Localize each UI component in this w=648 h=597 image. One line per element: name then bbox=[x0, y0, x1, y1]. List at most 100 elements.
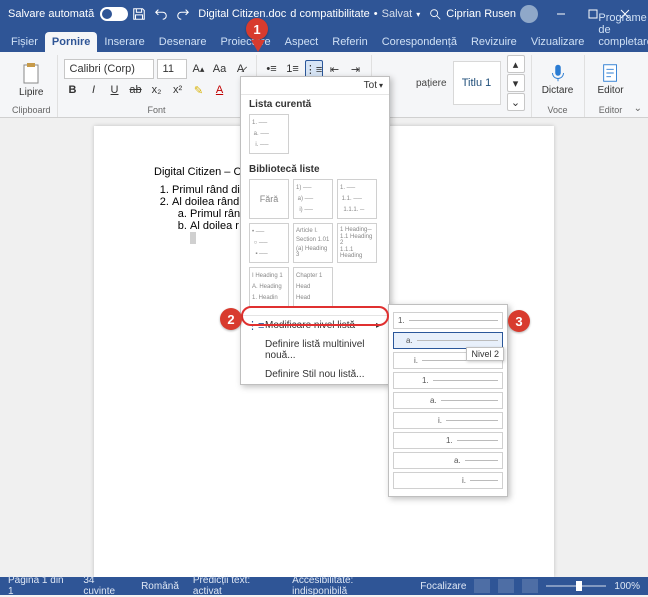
font-label: Font bbox=[148, 103, 166, 117]
level-option-8[interactable]: a. bbox=[393, 452, 503, 469]
font-name-combo[interactable]: Calibri (Corp) bbox=[64, 59, 154, 79]
group-editor: Editor Editor bbox=[585, 55, 637, 117]
zoom-slider[interactable] bbox=[546, 585, 606, 587]
compat-mode: d compatibilitate bbox=[290, 8, 370, 20]
list-thumb-none[interactable]: Fără bbox=[249, 179, 289, 219]
text-cursor bbox=[190, 232, 196, 244]
list-level-submenu: 1. a. Nivel 2 i. 1. a. i. 1. a. i. bbox=[388, 304, 508, 497]
callout-1: 1 bbox=[246, 18, 268, 40]
redo-icon[interactable] bbox=[175, 6, 191, 22]
chevron-right-icon: ▸ bbox=[376, 320, 381, 331]
styles-down-button[interactable]: ▾ bbox=[507, 74, 525, 92]
change-list-level-cmd[interactable]: ⋮≡ Modificare nivel listă ▸ bbox=[241, 316, 389, 335]
subscript-button[interactable]: x₂ bbox=[148, 81, 166, 99]
collapse-ribbon-button[interactable]: ⌄ bbox=[634, 103, 642, 114]
tab-draw[interactable]: Desenare bbox=[152, 32, 214, 52]
define-list-style-cmd[interactable]: Definire Stil nou listă... bbox=[241, 365, 389, 384]
undo-icon[interactable] bbox=[153, 6, 169, 22]
level-option-5[interactable]: a. bbox=[393, 392, 503, 409]
doc-title: Digital Citizen.doc d compatibilitate • … bbox=[194, 8, 424, 20]
change-case-button[interactable]: Aa bbox=[211, 60, 229, 78]
level-option-7[interactable]: 1. bbox=[393, 432, 503, 449]
list-thumb[interactable]: • ── ○ ── ▪ ── bbox=[249, 223, 289, 263]
underline-button[interactable]: U bbox=[106, 81, 124, 99]
list-thumb[interactable]: 1) ── a) ── i) ── bbox=[293, 179, 333, 219]
highlight-button[interactable]: ✎ bbox=[190, 81, 208, 99]
current-list-header: Lista curentă bbox=[241, 95, 389, 114]
list-thumb[interactable]: 1. ── 1.1. ── 1.1.1. ─ bbox=[337, 179, 377, 219]
style-title1[interactable]: Titlu 1 bbox=[453, 61, 501, 105]
tab-insert[interactable]: Inserare bbox=[97, 32, 151, 52]
styles-more-button[interactable]: ⌄ bbox=[507, 93, 525, 111]
define-multilevel-cmd[interactable]: Definire listă multinivel nouă... bbox=[241, 335, 389, 365]
tab-layout[interactable]: Aspect bbox=[278, 32, 326, 52]
all-filter[interactable]: Tot ▾ bbox=[364, 80, 383, 91]
print-layout-button[interactable] bbox=[498, 579, 514, 593]
font-color-button[interactable]: A bbox=[211, 81, 229, 99]
level-option-4[interactable]: 1. bbox=[393, 372, 503, 389]
focus-mode[interactable]: Focalizare bbox=[420, 581, 466, 592]
tab-mailings[interactable]: Corespondență bbox=[375, 32, 464, 52]
editor-button[interactable]: Editor bbox=[591, 62, 631, 96]
saved-state: Salvat bbox=[382, 8, 413, 20]
clipboard-label: Clipboard bbox=[12, 103, 51, 117]
group-styles-gap: pațiere Titlu 1 ▴ ▾ ⌄ bbox=[372, 55, 532, 117]
tab-addins[interactable]: Programe de completare bbox=[591, 8, 648, 52]
title-bar: Salvare automată Digital Citizen.doc d c… bbox=[0, 0, 648, 28]
tab-references[interactable]: Referin bbox=[325, 32, 374, 52]
spacing-label: pațiere bbox=[416, 78, 447, 89]
list-thumb[interactable]: 1 Heading─1.1 Heading 21.1.1 Heading bbox=[337, 223, 377, 263]
tab-view[interactable]: Vizualizare bbox=[524, 32, 592, 52]
list-level-icon: ⋮≡ bbox=[247, 319, 264, 332]
dictate-button[interactable]: Dictare bbox=[538, 62, 578, 96]
ribbon-tabs: Fișier Pornire Inserare Desenare Proiect… bbox=[0, 28, 648, 52]
toggle-switch[interactable] bbox=[100, 7, 128, 21]
status-bar: Pagina 1 din 1 34 cuvinte Română Predicț… bbox=[0, 577, 648, 595]
voice-label: Voce bbox=[548, 103, 568, 117]
paste-button[interactable]: Lipire bbox=[13, 61, 49, 98]
multilevel-list-dropdown: Tot ▾ Lista curentă 1. ── a. ── i. ── Bi… bbox=[240, 76, 390, 385]
user-account[interactable]: Ciprian Rusen bbox=[446, 5, 538, 23]
autosave-label: Salvare automată bbox=[8, 8, 94, 20]
zoom-level[interactable]: 100% bbox=[614, 581, 640, 592]
list-thumb[interactable]: I Heading 1A. Heading1. Headin bbox=[249, 267, 289, 307]
minimize-button[interactable] bbox=[546, 4, 576, 24]
styles-up-button[interactable]: ▴ bbox=[507, 55, 525, 73]
read-mode-button[interactable] bbox=[474, 579, 490, 593]
autosave-toggle[interactable]: Salvare automată bbox=[8, 7, 128, 21]
word-count[interactable]: 34 cuvinte bbox=[83, 575, 127, 597]
web-layout-button[interactable] bbox=[522, 579, 538, 593]
tab-file[interactable]: Fișier bbox=[4, 32, 45, 52]
library-header: Bibliotecă liste bbox=[241, 160, 389, 179]
group-clipboard: Lipire Clipboard bbox=[6, 55, 58, 117]
text-predictions[interactable]: Predicții text: activat bbox=[193, 575, 278, 597]
callout-2: 2 bbox=[220, 308, 242, 330]
group-font: Calibri (Corp) 11 A▴ Aa A̷ B I U ab x₂ x… bbox=[58, 55, 257, 117]
editor-label: Editor bbox=[599, 103, 623, 117]
font-size-combo[interactable]: 11 bbox=[157, 59, 187, 79]
strikethrough-button[interactable]: ab bbox=[127, 81, 145, 99]
tab-design[interactable]: Proiectare bbox=[213, 32, 277, 52]
level-tooltip: Nivel 2 bbox=[466, 347, 504, 361]
tab-review[interactable]: Revizuire bbox=[464, 32, 524, 52]
superscript-button[interactable]: x² bbox=[169, 81, 187, 99]
bold-button[interactable]: B bbox=[64, 81, 82, 99]
list-thumb[interactable]: Chapter 1HeadHead bbox=[293, 267, 333, 307]
level-option-1[interactable]: 1. bbox=[393, 312, 503, 329]
level-option-6[interactable]: i. bbox=[393, 412, 503, 429]
page-indicator[interactable]: Pagina 1 din 1 bbox=[8, 575, 69, 597]
save-icon[interactable] bbox=[131, 6, 147, 22]
tab-home[interactable]: Pornire bbox=[45, 32, 98, 52]
avatar bbox=[520, 5, 538, 23]
language-indicator[interactable]: Română bbox=[141, 581, 179, 592]
level-option-2[interactable]: a. Nivel 2 bbox=[393, 332, 503, 349]
accessibility-status[interactable]: Accesibilitate: indisponibilă bbox=[292, 575, 406, 597]
level-option-9[interactable]: i. bbox=[393, 472, 503, 489]
doc-name: Digital Citizen.doc bbox=[198, 8, 286, 20]
user-name: Ciprian Rusen bbox=[446, 8, 516, 20]
list-thumb[interactable]: Article I.Section 1.01(a) Heading 3 bbox=[293, 223, 333, 263]
italic-button[interactable]: I bbox=[85, 81, 103, 99]
list-thumb-current[interactable]: 1. ── a. ── i. ── bbox=[249, 114, 289, 154]
grow-font-button[interactable]: A▴ bbox=[190, 60, 208, 78]
search-icon[interactable] bbox=[427, 6, 443, 22]
